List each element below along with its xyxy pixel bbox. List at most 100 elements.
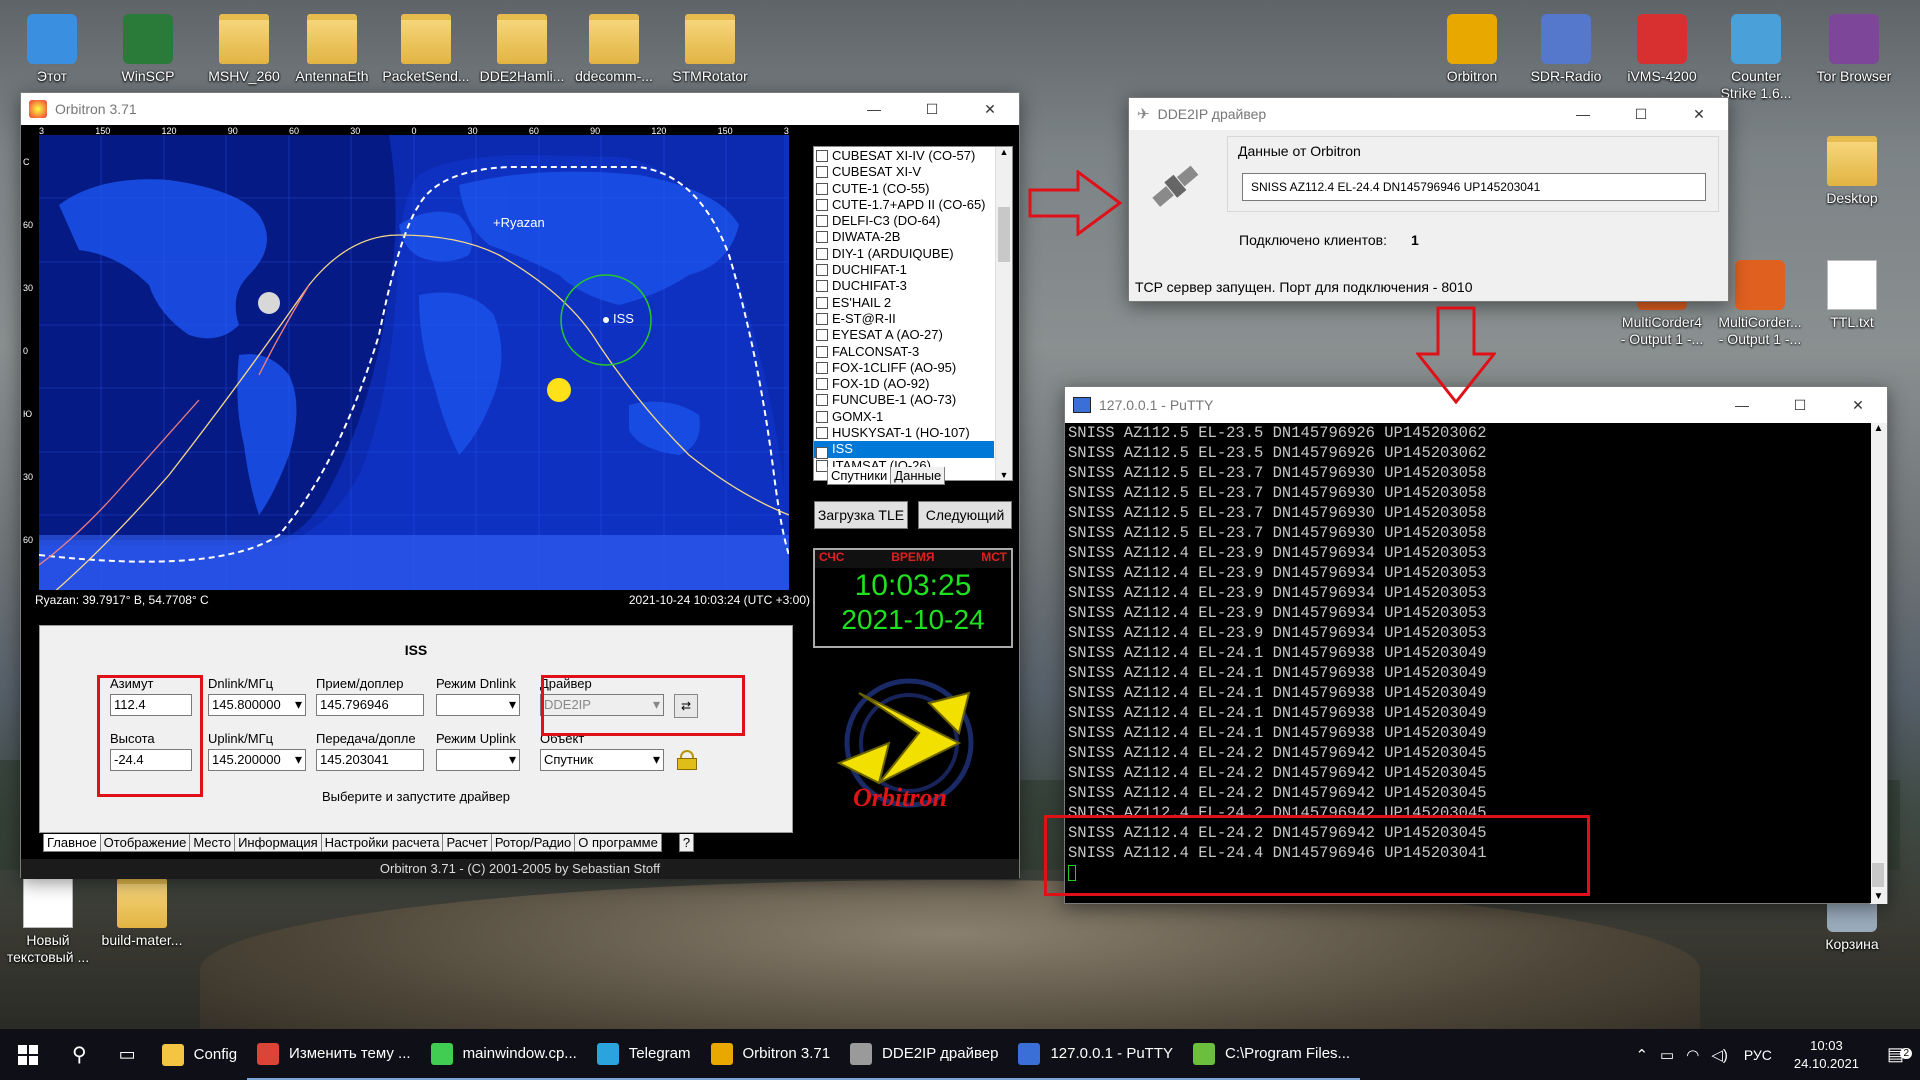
satellite-item[interactable]: ES'HAIL 2 [814,295,994,311]
taskbar-item[interactable]: Telegram [586,1029,701,1080]
tab-0[interactable]: Главное [43,834,101,852]
dde-data-field[interactable]: SNISS AZ112.4 EL-24.4 DN145796946 UP1452… [1242,173,1706,201]
checkbox[interactable] [816,182,828,195]
taskbar-item[interactable]: DDE2IP драйвер [840,1029,1009,1080]
taskbar-item[interactable]: C:\Program Files... [1183,1029,1361,1080]
close-button[interactable]: ✕ [1829,397,1887,414]
list-scrollbar[interactable]: ▲ ▼ [995,147,1012,480]
next-button[interactable]: Следующий [918,501,1012,529]
battery-icon[interactable]: ▭ [1654,1046,1680,1064]
satellite-item[interactable]: EYESAT A (AO-27) [814,327,994,343]
checkbox[interactable] [816,215,828,228]
satellite-item[interactable]: DUCHIFAT-1 [814,262,994,278]
desktop-icon[interactable]: build-mater... [94,872,190,966]
satellite-item[interactable]: CUTE-1.7+APD II (CO-65) [814,197,994,213]
dde2ip-titlebar[interactable]: ✈ DDE2IP драйвер — ☐ ✕ [1129,98,1728,130]
desktop-icon[interactable]: Tor Browser [1806,8,1902,102]
minimize-button[interactable]: — [1554,106,1612,123]
satellite-item[interactable]: ✓ ISS [814,441,994,460]
checkbox[interactable] [816,264,828,277]
driver-select[interactable]: DDE2IP [540,694,664,716]
satellite-item[interactable]: CUBESAT XI-V [814,164,994,180]
task-view-icon[interactable]: ▭ [103,1029,152,1080]
checkbox[interactable] [816,394,828,407]
desktop-icon[interactable]: Orbitron [1424,8,1520,102]
language-indicator[interactable]: РУС [1734,1047,1782,1063]
desktop-icon[interactable]: WinSCP [100,8,196,102]
desktop-icon[interactable]: Новый текстовый ... [0,872,96,966]
clock[interactable]: 10:03 24.10.2021 [1782,1037,1871,1073]
start-button[interactable] [0,1029,56,1080]
tab-8[interactable]: ? [678,834,695,852]
desktop-icon[interactable]: Этот [4,8,100,102]
taskbar-item[interactable]: mainwindow.cp... [420,1029,587,1080]
satellite-item[interactable]: FALCONSAT-3 [814,344,994,360]
list-tab-0[interactable]: Спутники [827,467,892,485]
checkbox[interactable] [816,166,828,179]
satellite-item[interactable]: HUSKYSAT-1 (HO-107) [814,425,994,441]
checkbox[interactable] [816,427,828,440]
satellite-item[interactable]: CUTE-1 (CO-55) [814,181,994,197]
checkbox[interactable] [816,150,828,162]
maximize-button[interactable]: ☐ [903,101,961,118]
satellite-item[interactable]: DIWATA-2B [814,229,994,245]
checkbox[interactable] [816,329,828,342]
checkbox[interactable] [816,280,828,293]
network-icon[interactable]: ◠ [1680,1046,1705,1064]
list-tab-1[interactable]: Данные [890,467,946,485]
minimize-button[interactable]: — [845,101,903,118]
notifications-icon[interactable]: ▤ 2 [1871,1044,1920,1065]
satellite-item[interactable]: CUBESAT XI-IV (CO-57) [814,148,994,164]
satellite-item[interactable]: E-ST@R-II [814,311,994,327]
uplink-select[interactable]: 145.200000 [208,749,306,771]
rx-doppler-field[interactable]: 145.796946 [316,694,424,716]
tab-7[interactable]: О программе [574,834,662,852]
checkbox[interactable] [816,312,828,325]
desktop-icon[interactable]: SDR-Radio [1518,8,1614,102]
tab-1[interactable]: Отображение [99,834,191,852]
taskbar-item[interactable]: 127.0.0.1 - PuTTY [1008,1029,1184,1080]
load-tle-button[interactable]: Загрузка TLE [814,501,908,529]
tray-chevron-icon[interactable]: ⌃ [1629,1046,1654,1064]
search-icon[interactable]: ⚲ [56,1029,103,1080]
satellite-item[interactable]: GOMX-1 [814,409,994,425]
mode-dnlink-select[interactable] [436,694,520,716]
checkbox[interactable] [816,345,828,358]
desktop-icon[interactable]: Desktop [1804,130,1900,224]
close-button[interactable]: ✕ [1670,106,1728,123]
satellite-item[interactable]: DIY-1 (ARDUIQUBE) [814,246,994,262]
tab-4[interactable]: Настройки расчета [320,834,444,852]
putty-scrollbar[interactable]: ▲ ▼ [1870,423,1887,904]
checkbox[interactable] [816,361,828,374]
tab-6[interactable]: Ротор/Радио [490,834,576,852]
maximize-button[interactable]: ☐ [1771,397,1829,414]
checkbox[interactable] [816,296,828,309]
putty-terminal[interactable]: SNISS AZ112.5 EL-23.5 DN145796926 UP1452… [1065,423,1871,903]
object-select[interactable]: Спутник [540,749,664,771]
dnlink-select[interactable]: 145.800000 [208,694,306,716]
volume-icon[interactable]: ◁) [1705,1046,1734,1064]
satellite-item[interactable]: FOX-1CLIFF (AO-95) [814,360,994,376]
taskbar-item[interactable]: Config [152,1029,247,1080]
iss-marker[interactable] [603,317,609,323]
minimize-button[interactable]: — [1713,397,1771,414]
tab-3[interactable]: Информация [234,834,322,852]
desktop-icon[interactable]: DDE2Hamli... [474,8,570,102]
desktop-icon[interactable]: MSHV_260 [196,8,292,102]
azimuth-field[interactable]: 112.4 [110,694,192,716]
maximize-button[interactable]: ☐ [1612,106,1670,123]
desktop-icon[interactable]: AntennaEth [284,8,380,102]
desktop-icon[interactable]: Counter Strike 1.6... [1708,8,1804,102]
desktop-icon[interactable]: iVMS-4200 [1614,8,1710,102]
checkbox[interactable] [816,378,828,391]
satellite-item[interactable]: DUCHIFAT-3 [814,278,994,294]
satellite-item[interactable]: DELFI-C3 (DO-64) [814,213,994,229]
desktop-icon[interactable]: ddecomm-... [566,8,662,102]
checkbox[interactable] [816,247,828,260]
checkbox[interactable] [816,198,828,211]
taskbar-item[interactable]: Изменить тему ... [247,1029,421,1080]
desktop-icon[interactable]: TTL.txt [1804,254,1900,348]
checkbox[interactable] [816,231,828,244]
satellite-item[interactable]: FOX-1D (AO-92) [814,376,994,392]
tx-doppler-field[interactable]: 145.203041 [316,749,424,771]
